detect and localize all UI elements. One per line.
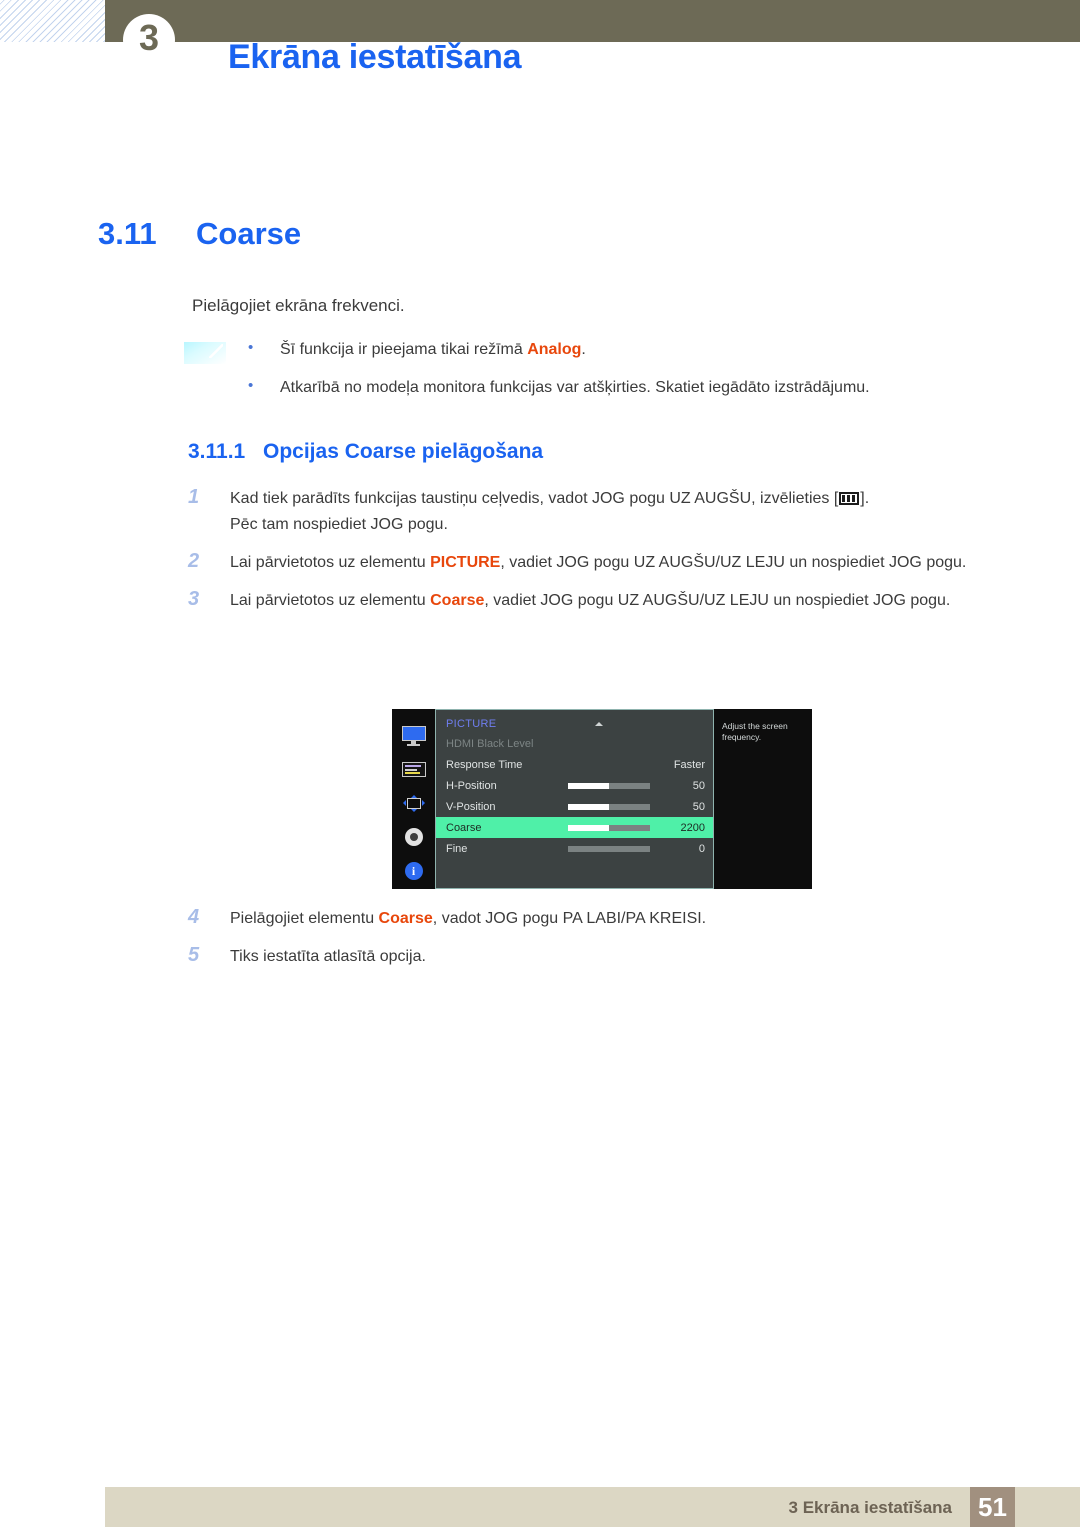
osd-slider-fill [568, 824, 609, 831]
osd-row-coarse[interactable]: Coarse 2200 [436, 817, 713, 838]
section-heading: 3.11 Coarse [98, 216, 301, 252]
step-text-line2: Pēc tam nospiediet JOG pogu. [230, 515, 448, 533]
step-number: 5 [188, 943, 200, 966]
step-item: 1 Kad tiek parādīts funkcijas taustiņu c… [188, 486, 1008, 538]
step-text-post: , vadiet JOG pogu UZ AUGŠU/UZ LEJU un no… [484, 591, 951, 609]
note-list: Šī funkcija ir pieejama tikai režīmā Ana… [244, 338, 944, 416]
step-highlight: PICTURE [430, 553, 501, 571]
osd-row-fine[interactable]: Fine 0 [436, 838, 713, 859]
osd-row-value: 50 [692, 800, 705, 813]
step-list-secondary: 4 Pielāgojiet elementu Coarse, vadot JOG… [188, 906, 1008, 982]
step-text: Tiks iestatīta atlasītā opcija. [230, 944, 1008, 970]
monitor-icon[interactable] [401, 726, 427, 746]
osd-slider[interactable] [568, 824, 650, 831]
note-item: Šī funkcija ir pieejama tikai režīmā Ana… [244, 338, 944, 361]
osd-row-response-time[interactable]: Response Time Faster [436, 754, 713, 775]
manual-page: 3 Ekrāna iestatīšana 3.11 Coarse Pielāgo… [0, 0, 1080, 1527]
section-intro-text: Pielāgojiet ekrāna frekvenci. [192, 296, 405, 315]
subsection-title: Opcijas Coarse pielāgošana [263, 440, 544, 463]
osd-sidebar: i [392, 709, 435, 889]
gear-icon[interactable] [401, 826, 427, 848]
section-number: 3.11 [98, 216, 157, 251]
footer-chapter-label: 3 Ekrāna iestatīšana [788, 1498, 952, 1517]
note-icon [184, 342, 226, 364]
osd-row-hdmi-black-level[interactable]: HDMI Black Level [436, 733, 713, 754]
decorative-hatch-pattern [0, 0, 110, 42]
step-number: 4 [188, 906, 200, 928]
step-number: 2 [188, 549, 200, 572]
step-number: 3 [188, 587, 200, 610]
step-text-pre: Kad tiek parādīts funkcijas taustiņu ceļ… [230, 490, 839, 507]
osd-row-value: 0 [698, 842, 705, 855]
osd-menu-panel: PICTURE HDMI Black Level Response Time F… [435, 709, 714, 889]
step-item: 2 Lai pārvietotos uz elementu PICTURE, v… [188, 550, 1008, 576]
chapter-number: 3 [138, 17, 160, 58]
info-glyph: i [404, 862, 423, 880]
note-text-post: . [581, 341, 586, 358]
osd-row-value: 50 [692, 779, 705, 792]
step-list-primary: 1 Kad tiek parādīts funkcijas taustiņu c… [188, 486, 1008, 626]
osd-row-value: Faster [673, 758, 705, 771]
picture-menu-glyph-icon [839, 492, 860, 505]
step-item: 5 Tiks iestatīta atlasītā opcija. [188, 944, 1008, 970]
osd-screenshot: i PICTURE HDMI Black Level Response Time… [392, 709, 812, 889]
osd-help-text: Adjust the screen frequency. [714, 709, 812, 889]
step-highlight: Coarse [430, 591, 485, 609]
step-text: Lai pārvietotos uz elementu Coarse, vadi… [230, 588, 1008, 614]
step-text-pre: Pielāgojiet elementu [230, 910, 379, 927]
banner-bar [105, 0, 1080, 42]
subsection-heading: 3.11.1 Opcijas Coarse pielāgošana [188, 440, 543, 464]
position-arrows-icon[interactable] [401, 794, 427, 814]
info-icon[interactable]: i [401, 862, 427, 882]
osd-slider-fill [568, 782, 609, 789]
osd-slider[interactable] [568, 782, 650, 789]
step-text-pre: Lai pārvietotos uz elementu [230, 553, 431, 571]
osd-row-label: H-Position [446, 779, 497, 792]
osd-slider[interactable] [568, 845, 650, 852]
osd-row-v-position[interactable]: V-Position 50 [436, 796, 713, 817]
osd-row-label: Response Time [446, 758, 523, 771]
step-text-pre: Lai pārvietotos uz elementu [230, 591, 431, 609]
page-number-badge: 51 [970, 1487, 1015, 1527]
note-highlight: Analog [527, 341, 582, 358]
step-text: Pielāgojiet elementu Coarse, vadot JOG p… [230, 906, 1008, 932]
banner-title: Ekrāna iestatīšana [228, 38, 522, 76]
section-title: Coarse [196, 216, 302, 251]
osd-row-label: HDMI Black Level [446, 737, 534, 750]
step-highlight: Coarse [378, 910, 433, 927]
step-item: 3 Lai pārvietotos uz elementu Coarse, va… [188, 588, 1008, 614]
subsection-number: 3.11.1 [188, 440, 246, 463]
osd-row-label: Coarse [446, 821, 482, 834]
chapter-number-badge: 3 [123, 14, 175, 66]
osd-slider[interactable] [568, 803, 650, 810]
note-text-pre: Šī funkcija ir pieejama tikai režīmā [280, 341, 528, 358]
osd-category-label: PICTURE [446, 718, 497, 730]
note-item: Atkarībā no modeļa monitora funkcijas va… [244, 376, 944, 399]
osd-row-value: 2200 [680, 821, 705, 834]
step-item: 4 Pielāgojiet elementu Coarse, vadot JOG… [188, 906, 1008, 932]
step-text-pre: Tiks iestatīta atlasītā opcija. [230, 947, 426, 965]
step-text: Lai pārvietotos uz elementu PICTURE, vad… [230, 550, 1008, 576]
chevron-up-icon[interactable] [595, 722, 603, 726]
step-text-post: ]. [860, 490, 870, 507]
step-number: 1 [188, 486, 200, 508]
note-text-pre: Atkarībā no modeļa monitora funkcijas va… [280, 378, 870, 396]
osd-slider-fill [568, 803, 609, 810]
osd-row-label: V-Position [446, 800, 496, 813]
osd-row-h-position[interactable]: H-Position 50 [436, 775, 713, 796]
step-text-post: , vadot JOG pogu PA LABI/PA KREISI. [432, 910, 707, 927]
osd-row-label: Fine [446, 842, 468, 855]
step-text-post: , vadiet JOG pogu UZ AUGŠU/UZ LEJU un no… [500, 553, 967, 571]
step-text: Kad tiek parādīts funkcijas taustiņu ceļ… [230, 486, 1008, 538]
osd-panel-icon[interactable] [401, 760, 427, 780]
